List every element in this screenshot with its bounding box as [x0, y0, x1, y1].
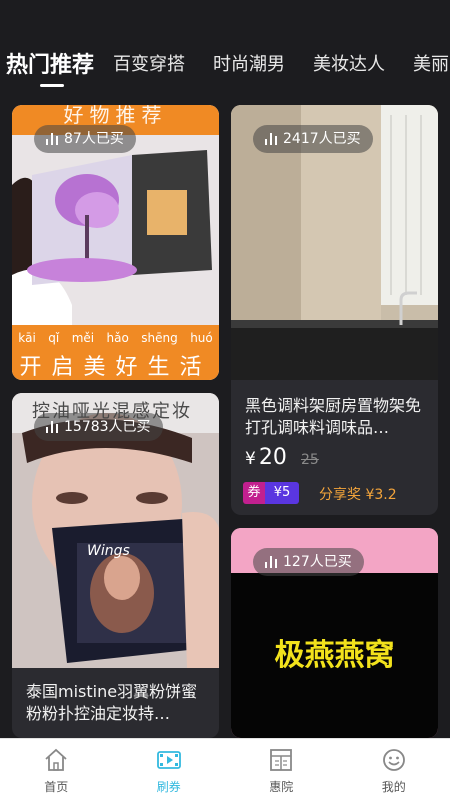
- product-title: 黑色调料架厨房置物架免打孔调味料调味品…: [245, 396, 422, 437]
- bar-chart-icon: [265, 556, 277, 568]
- pinyin-syllable: huó: [190, 331, 213, 345]
- tab-hot-recommend[interactable]: 热门推荐: [6, 47, 94, 79]
- product-card[interactable]: 极燕燕窝 127人已买: [231, 528, 438, 738]
- bar-chart-icon: [46, 421, 58, 433]
- sold-count: 87人已买: [64, 131, 124, 147]
- coupon-value: ¥5: [265, 482, 299, 504]
- banner-text: 开启美好生活: [19, 355, 212, 380]
- sold-count: 2417人已买: [283, 131, 361, 147]
- sold-count: 127人已买: [283, 554, 352, 570]
- nav-label: 惠院: [269, 780, 294, 794]
- nav-label: 我的: [381, 780, 406, 794]
- original-price: 25: [301, 452, 319, 468]
- category-tabs: 热门推荐 百变穿搭 时尚潮男 美妆达人 美丽: [0, 40, 450, 100]
- nav-home[interactable]: 首页: [0, 739, 113, 800]
- pinyin-syllable: qǐ: [48, 331, 60, 345]
- coupon-badge[interactable]: 券 ¥5: [243, 482, 299, 504]
- bar-chart-icon: [265, 133, 277, 145]
- smiley-icon: [381, 747, 407, 773]
- banner-text: 极燕燕窝: [274, 638, 395, 673]
- price-value: 20: [258, 445, 287, 470]
- pinyin-syllable: měi: [71, 331, 95, 345]
- product-card[interactable]: 2417人已买 黑色调料架厨房置物架免打孔调味料调味品… ¥20 25 券 ¥5…: [231, 105, 438, 515]
- tab-outfits[interactable]: 百变穿搭: [113, 50, 185, 76]
- nav-profile[interactable]: 我的: [338, 739, 450, 800]
- nav-label: 首页: [44, 780, 69, 794]
- film-icon: [156, 747, 182, 773]
- nav-label: 刷券: [156, 780, 181, 794]
- nav-coupons[interactable]: 刷券: [113, 739, 226, 800]
- bottom-nav: 首页 刷券 惠院 我的: [0, 738, 450, 800]
- sold-count-badge: 2417人已买: [253, 125, 373, 153]
- active-tab-indicator: [40, 84, 64, 87]
- tab-makeup[interactable]: 美妆达人: [313, 50, 385, 76]
- pinyin-syllable: shēng: [141, 331, 178, 345]
- tab-beauty[interactable]: 美丽: [413, 50, 449, 76]
- share-reward: 分享奖 ¥3.2: [319, 487, 397, 503]
- product-card[interactable]: kāi qǐ měi hǎo shēng huó 开启美好生活 好物推荐 87人…: [12, 105, 219, 380]
- product-title: 泰国mistine羽翼粉饼蜜粉粉扑控油定妆持…: [26, 682, 198, 723]
- pinyin-syllable: hǎo: [106, 331, 129, 345]
- sold-count: 15783人已买: [64, 419, 151, 435]
- sold-count-badge: 127人已买: [253, 548, 364, 576]
- product-brand: Wings: [87, 543, 130, 559]
- bar-chart-icon: [46, 133, 58, 145]
- tab-fashion-men[interactable]: 时尚潮男: [213, 50, 285, 76]
- sold-count-badge: 87人已买: [34, 125, 136, 153]
- banner-pinyin: kāi qǐ měi hǎo shēng huó: [12, 331, 219, 349]
- currency-symbol: ¥: [245, 449, 256, 469]
- home-icon: [43, 747, 69, 773]
- sold-count-badge: 15783人已买: [34, 413, 163, 441]
- coupon-label: 券: [243, 482, 265, 504]
- price: ¥20: [245, 445, 287, 470]
- nav-theater[interactable]: 惠院: [225, 739, 338, 800]
- product-card[interactable]: 控油哑光混感定妆 Wings 15783人已买 泰国mistine羽翼粉饼蜜粉粉…: [12, 393, 219, 738]
- theater-icon: [268, 747, 294, 773]
- pinyin-syllable: kāi: [18, 331, 36, 345]
